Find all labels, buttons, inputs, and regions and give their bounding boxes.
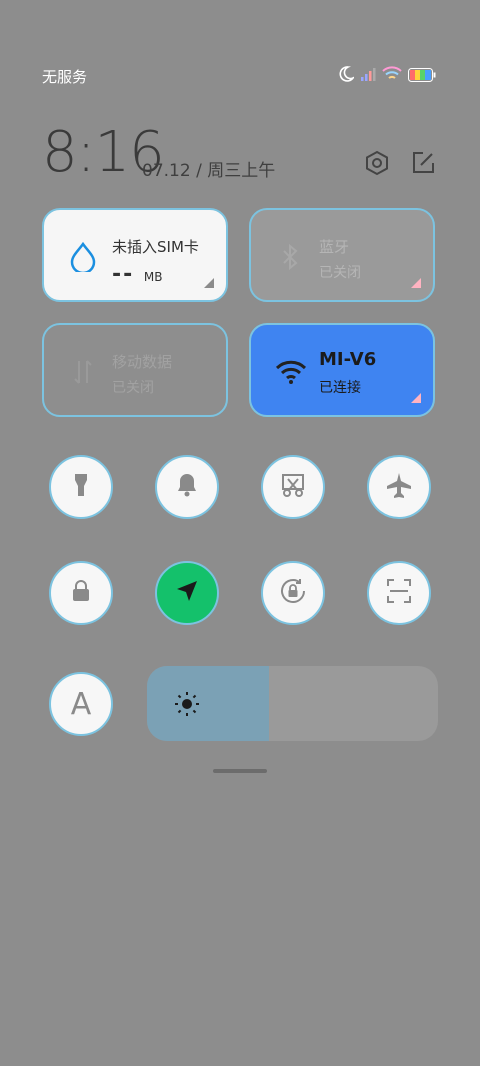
status-bar: 无服务 [42, 66, 436, 86]
water-drop-icon [68, 241, 98, 275]
corner-marker [411, 278, 421, 288]
bell-toggle[interactable] [155, 455, 219, 519]
panel-drag-handle[interactable] [213, 769, 267, 773]
wifi-network-name: MI-V6 [319, 349, 377, 370]
sim-data-tile[interactable]: 未插入SIM卡 -- MB [42, 208, 228, 302]
brightness-sun-icon [173, 690, 201, 718]
screenshot-icon [279, 471, 307, 503]
mobile-data-tile[interactable]: 移动数据 已关闭 [42, 323, 228, 417]
mobile-data-title: 移动数据 [112, 353, 173, 371]
brightness-fill [147, 666, 270, 741]
bluetooth-tile[interactable]: 蓝牙 已关闭 [249, 208, 435, 302]
bluetooth-icon [275, 242, 305, 272]
flashlight-icon [67, 471, 95, 503]
wifi-tile[interactable]: MI-V6 已连接 [249, 323, 435, 417]
airplane-toggle[interactable] [367, 455, 431, 519]
settings-gear-icon[interactable] [364, 150, 390, 176]
font-a-icon: A [70, 686, 92, 722]
edit-icon[interactable] [410, 150, 436, 176]
scan-toggle[interactable] [367, 561, 431, 625]
bluetooth-status: 已关闭 [319, 265, 361, 281]
bell-icon [173, 471, 201, 503]
date-text: 07.12 / 周三上午 [142, 161, 276, 181]
lock-toggle[interactable] [49, 561, 113, 625]
brightness-slider[interactable] [147, 666, 438, 741]
airplane-icon [385, 471, 413, 503]
location-icon [173, 577, 201, 609]
sim-value: -- [112, 262, 144, 287]
carrier-text: 无服务 [42, 68, 88, 86]
screenshot-toggle[interactable] [261, 455, 325, 519]
scan-icon [385, 577, 413, 609]
data-arrows-icon [68, 357, 98, 387]
rotation-lock-toggle[interactable] [261, 561, 325, 625]
sim-title: 未插入SIM卡 [112, 238, 199, 256]
bluetooth-title: 蓝牙 [319, 238, 350, 256]
wifi-status-icon [382, 66, 402, 86]
lock-icon [67, 577, 95, 609]
wifi-icon [275, 357, 307, 387]
signal-icon [360, 66, 376, 86]
header: 8:16 07.12 / 周三上午 [42, 120, 436, 185]
location-toggle[interactable] [155, 561, 219, 625]
flashlight-toggle[interactable] [49, 455, 113, 519]
moon-icon [338, 66, 356, 86]
font-size-toggle[interactable]: A [49, 672, 113, 736]
battery-icon [408, 67, 436, 86]
corner-marker [411, 393, 421, 403]
mobile-data-status: 已关闭 [112, 380, 154, 396]
sim-unit: MB [143, 270, 163, 284]
wifi-status: 已连接 [319, 380, 361, 396]
rotation-lock-icon [278, 576, 308, 610]
corner-marker [204, 278, 214, 288]
